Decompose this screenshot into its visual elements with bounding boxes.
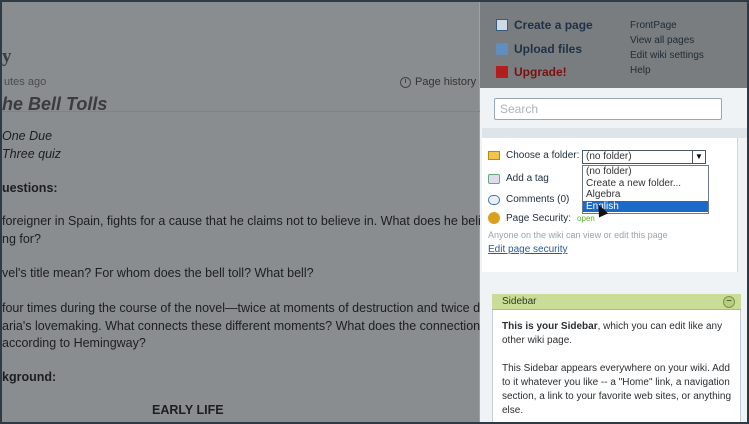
due-line: One Due bbox=[2, 129, 53, 143]
question-3a: four times during the course of the nove… bbox=[2, 301, 508, 315]
question-1b: ng for? bbox=[2, 232, 41, 246]
folder-option[interactable]: (no folder) bbox=[583, 166, 708, 178]
comments-link[interactable]: Comments (0) bbox=[488, 194, 569, 205]
sidebar-header: Sidebar − bbox=[492, 294, 741, 310]
folder-select-value: (no folder) bbox=[586, 151, 632, 162]
chevron-down-icon[interactable]: ▼ bbox=[692, 151, 705, 163]
choose-folder-row: Choose a folder: bbox=[488, 150, 579, 161]
link-edit-wiki-settings[interactable]: Edit wiki settings bbox=[630, 48, 704, 63]
edit-page-security-link[interactable]: Edit page security bbox=[488, 244, 568, 255]
comment-icon bbox=[488, 194, 500, 205]
question-2: vel's title mean? For whom does the bell… bbox=[2, 266, 314, 280]
question-3b: aria's lovemaking. What connects these d… bbox=[2, 319, 504, 333]
tag-icon bbox=[488, 173, 500, 184]
wiki-links: FrontPage View all pages Edit wiki setti… bbox=[630, 18, 704, 78]
upload-files-button[interactable]: Upload files bbox=[496, 42, 582, 56]
page-history-link[interactable]: Page history bbox=[400, 76, 476, 88]
add-tag-link[interactable]: Add a tag bbox=[488, 173, 549, 184]
sidebar-intro: This is your Sidebar, which you can edit… bbox=[502, 320, 732, 348]
folder-option[interactable]: Algebra bbox=[583, 189, 708, 201]
page-security-label: Page Security: bbox=[506, 212, 572, 224]
clock-icon bbox=[400, 76, 411, 88]
folder-select[interactable]: (no folder) ▼ bbox=[582, 150, 706, 164]
sidebar-title: Sidebar bbox=[502, 296, 537, 307]
folder-option[interactable]: Create a new folder... bbox=[583, 178, 708, 190]
choose-folder-label: Choose a folder: bbox=[506, 150, 580, 161]
key-icon bbox=[488, 212, 500, 224]
background-heading: kground: bbox=[2, 370, 57, 384]
page-history-label: Page history bbox=[415, 76, 477, 88]
upload-files-label: Upload files bbox=[514, 42, 583, 56]
create-page-button[interactable]: Create a page bbox=[496, 18, 593, 32]
early-life-heading: EARLY LIFE bbox=[152, 403, 224, 417]
book-title: he Bell Tolls bbox=[2, 94, 108, 114]
link-help[interactable]: Help bbox=[630, 63, 704, 78]
add-tag-label: Add a tag bbox=[506, 173, 549, 184]
page-title: y bbox=[2, 46, 12, 67]
upload-icon bbox=[496, 43, 508, 55]
upgrade-label: Upgrade! bbox=[514, 65, 567, 79]
search-input[interactable]: Search bbox=[494, 98, 722, 120]
page-icon bbox=[496, 19, 508, 31]
security-status: open bbox=[577, 213, 595, 223]
comments-label: Comments (0) bbox=[506, 194, 570, 205]
page-security-row: Page Security: open bbox=[488, 212, 595, 224]
collapse-icon[interactable]: − bbox=[723, 296, 735, 308]
questions-heading: uestions: bbox=[2, 181, 58, 195]
link-view-all-pages[interactable]: View all pages bbox=[630, 33, 704, 48]
question-1a: foreigner in Spain, fights for a cause t… bbox=[2, 214, 501, 228]
sidebar-body: This Sidebar appears everywhere on your … bbox=[502, 363, 732, 416]
folder-icon bbox=[488, 151, 500, 160]
create-page-label: Create a page bbox=[514, 18, 593, 32]
link-frontpage[interactable]: FrontPage bbox=[630, 18, 704, 33]
page-edited-time: utes ago bbox=[4, 76, 47, 88]
gift-icon bbox=[496, 66, 508, 78]
divider bbox=[482, 128, 747, 138]
quiz-line: Three quiz bbox=[2, 147, 62, 161]
security-description: Anyone on the wiki can view or edit this… bbox=[488, 230, 668, 240]
screen: y utes ago Page history he Bell Tolls On… bbox=[0, 0, 749, 424]
question-3c: according to Hemingway? bbox=[2, 336, 146, 350]
article-pane: y utes ago Page history he Bell Tolls On… bbox=[2, 2, 508, 422]
sidebar-intro-bold: This is your Sidebar bbox=[502, 321, 598, 332]
upgrade-button[interactable]: Upgrade! bbox=[496, 65, 567, 79]
